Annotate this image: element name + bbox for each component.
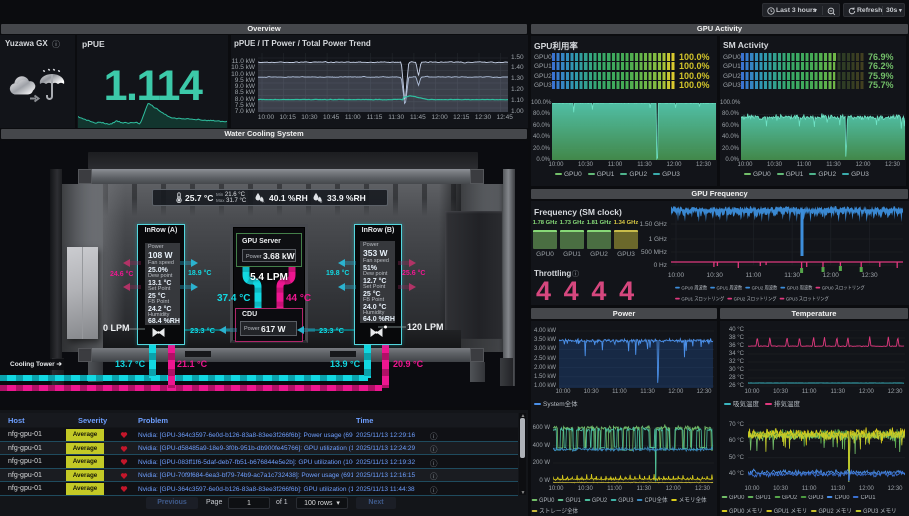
svg-text:A: A [262,200,265,204]
svg-text:B: B [320,200,323,204]
